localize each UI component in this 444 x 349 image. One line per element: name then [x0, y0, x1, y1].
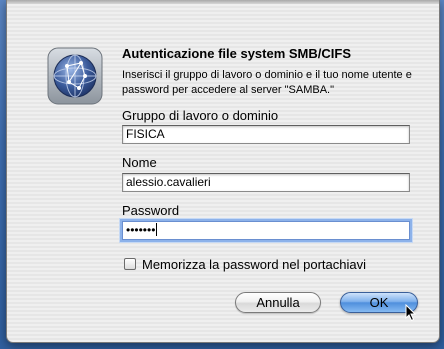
sheet-top-edge [7, 0, 439, 4]
password-field[interactable]: ••••••• [122, 221, 410, 240]
workgroup-field[interactable]: FISICA [122, 125, 410, 144]
password-value: ••••••• [126, 223, 156, 237]
keychain-checkbox[interactable] [124, 258, 136, 270]
workgroup-value: FISICA [126, 127, 165, 141]
name-field[interactable]: alessio.cavalieri [122, 173, 410, 192]
keychain-option[interactable]: Memorizza la password nel portachiavi [124, 256, 366, 272]
dialog-title: Autenticazione file system SMB/CIFS [122, 46, 351, 61]
name-value: alessio.cavalieri [126, 175, 211, 189]
cancel-button[interactable]: Annulla [235, 292, 321, 313]
dialog-message: Inserisci il gruppo di lavoro o dominio … [122, 69, 412, 96]
network-globe-icon [45, 46, 105, 106]
mouse-pointer-icon [405, 303, 417, 322]
workgroup-label: Gruppo di lavoro o dominio [122, 108, 279, 123]
keychain-checkbox-label[interactable]: Memorizza la password nel portachiavi [142, 257, 366, 272]
text-caret [156, 223, 158, 236]
authentication-dialog: Autenticazione file system SMB/CIFS Inse… [6, 0, 440, 343]
password-label: Password [122, 203, 180, 218]
name-label: Nome [122, 155, 157, 170]
